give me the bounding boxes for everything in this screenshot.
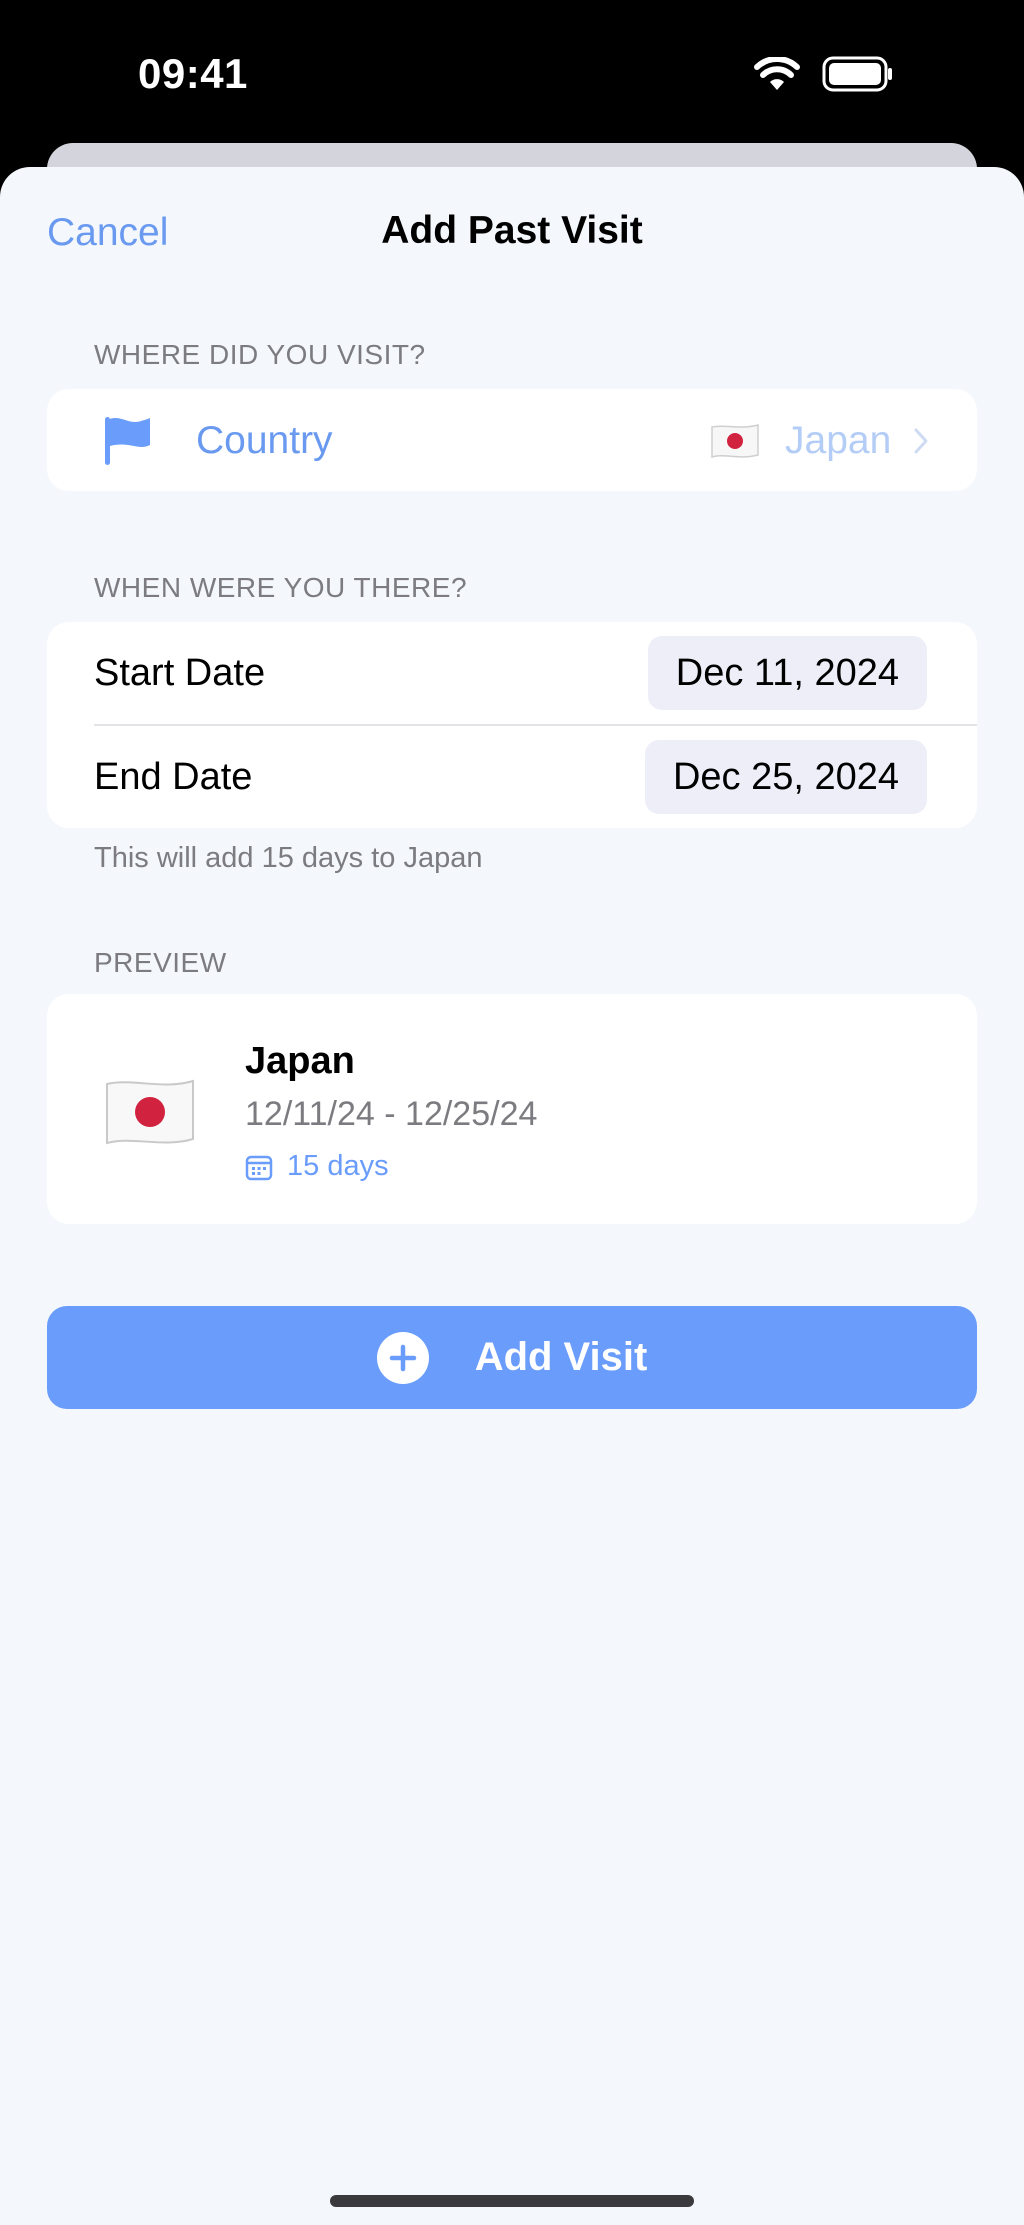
preview-date-range: 12/11/24 - 12/25/24 [245, 1095, 538, 1133]
country-field-label: Country [196, 419, 333, 462]
status-bar: 09:41 [0, 0, 1024, 145]
calendar-icon [245, 1155, 273, 1180]
preview-country: Japan [245, 1040, 355, 1082]
japan-flag-icon [711, 424, 759, 459]
country-picker-row[interactable]: Country Japan [47, 389, 977, 491]
start-date-row: Start Date Dec 11, 2024 [47, 622, 977, 724]
flag-icon [105, 417, 150, 465]
selected-country-value: Japan [785, 419, 892, 462]
add-visit-button[interactable]: Add Visit [47, 1306, 977, 1409]
battery-icon [822, 56, 892, 92]
start-date-picker[interactable]: Dec 11, 2024 [647, 636, 927, 710]
visit-preview-card: Japan 12/11/24 - 12/25/24 15 days [47, 994, 977, 1224]
preview-duration-label: 15 days [287, 1150, 389, 1182]
plus-circle-icon [376, 1331, 429, 1384]
add-visit-label: Add Visit [474, 1335, 648, 1379]
duration-footnote: This will add 15 days to Japan [94, 842, 483, 874]
chevron-right-icon [914, 428, 928, 454]
start-date-label: Start Date [94, 651, 266, 694]
end-date-row: End Date Dec 25, 2024 [47, 726, 977, 828]
end-date-picker[interactable]: Dec 25, 2024 [644, 740, 927, 814]
home-indicator[interactable] [330, 2195, 694, 2207]
preview-section-header: PREVIEW [94, 947, 227, 978]
dates-section-header: WHEN WERE YOU THERE? [94, 572, 468, 603]
add-visit-sheet: Cancel Add Past Visit WHERE DID YOU VISI… [0, 167, 1024, 2225]
japan-flag-icon [106, 1079, 194, 1145]
status-time: 09:41 [138, 50, 248, 97]
wifi-icon [754, 57, 800, 90]
location-section-header: WHERE DID YOU VISIT? [94, 339, 426, 370]
dates-card: Start Date Dec 11, 2024 End Date Dec 25,… [47, 622, 977, 828]
preview-duration: 15 days [245, 1150, 389, 1183]
status-icons [754, 56, 894, 92]
page-title: Add Past Visit [381, 209, 643, 252]
end-date-label: End Date [94, 755, 253, 798]
